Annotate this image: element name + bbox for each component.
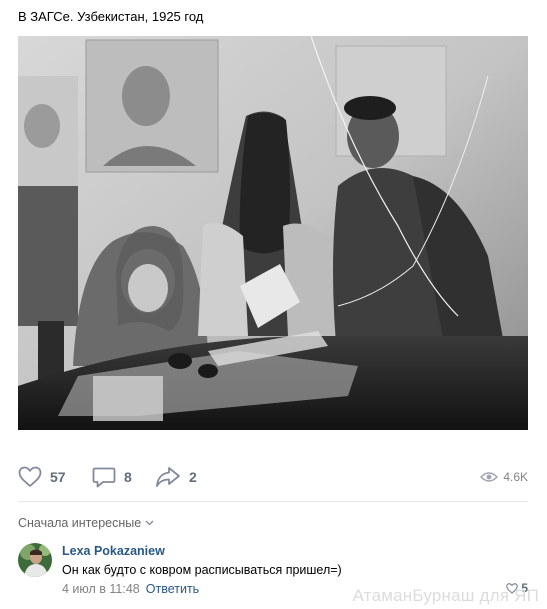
comment-button[interactable]: 8 (92, 464, 132, 490)
views-count: 4.6K (503, 470, 528, 484)
divider (18, 501, 528, 502)
comment-meta: 4 июл в 11:48 Ответить (62, 582, 199, 596)
heart-icon (18, 466, 42, 487)
watermark: АтаманБурнаш для ЯП (352, 586, 539, 605)
comment-bubble-icon (92, 467, 116, 488)
post-text: В ЗАГСе. Узбекистан, 1925 год (18, 9, 204, 24)
eye-icon (480, 472, 499, 482)
comment-count: 8 (124, 469, 132, 485)
comments-sort-dropdown[interactable]: Сначала интересные (18, 516, 154, 530)
sort-label: Сначала интересные (18, 516, 142, 530)
reply-link[interactable]: Ответить (146, 582, 199, 596)
avatar[interactable] (18, 543, 52, 577)
comment-date[interactable]: 4 июл в 11:48 (62, 582, 140, 596)
archival-photo-image (18, 36, 528, 430)
chevron-down-icon (145, 520, 154, 526)
post-photo[interactable] (18, 36, 528, 430)
share-button[interactable]: 2 (155, 464, 197, 490)
like-count: 57 (50, 469, 66, 485)
share-count: 2 (189, 469, 197, 485)
user-avatar-image (18, 543, 52, 577)
views-indicator: 4.6K (480, 464, 528, 490)
like-button[interactable]: 57 (18, 464, 66, 490)
share-arrow-icon (156, 467, 180, 487)
comment-text: Он как будто с ковром расписываться приш… (62, 563, 342, 577)
comment-author-link[interactable]: Lexa Pokazaniew (62, 544, 165, 558)
post-actions: 57 8 2 4.6K (18, 464, 528, 490)
